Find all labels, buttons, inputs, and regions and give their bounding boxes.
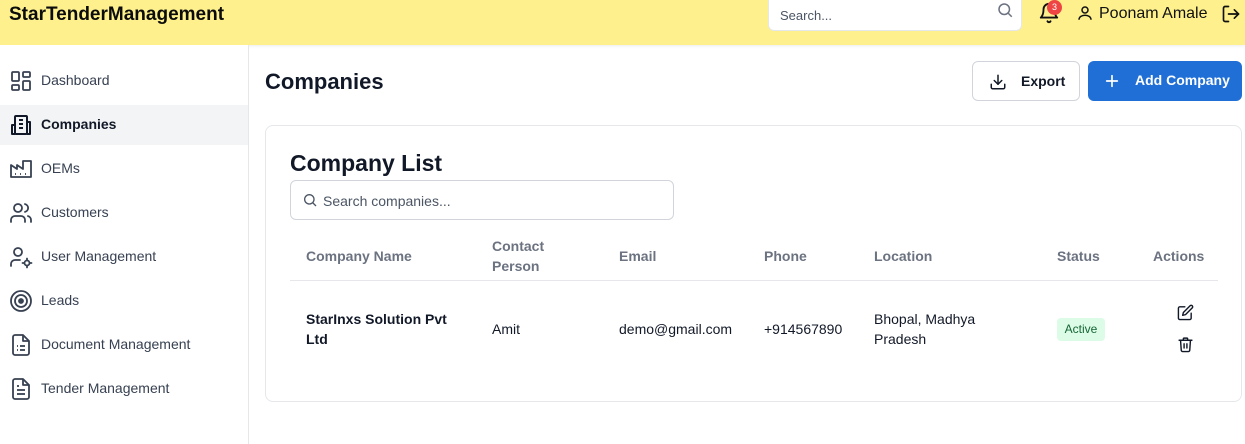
sidebar-item-label: Customers bbox=[41, 204, 109, 220]
download-icon bbox=[989, 73, 1007, 96]
column-header-phone[interactable]: Phone bbox=[764, 246, 807, 266]
company-search-input[interactable] bbox=[323, 191, 663, 211]
cell-contact-person: Amit bbox=[492, 321, 520, 337]
add-company-button-label: Add Company bbox=[1135, 72, 1230, 88]
column-header-status[interactable]: Status bbox=[1057, 246, 1100, 266]
notification-count-badge: 3 bbox=[1047, 0, 1062, 15]
logout-icon[interactable] bbox=[1221, 4, 1241, 29]
global-search-input[interactable] bbox=[780, 5, 990, 25]
export-button-label: Export bbox=[1021, 73, 1066, 89]
sidebar: Dashboard Companies OEMs Customers User … bbox=[0, 45, 249, 444]
top-header: StarTenderManagement 3 Poonam Amale bbox=[0, 0, 1245, 45]
sidebar-item-label: Tender Management bbox=[41, 380, 170, 396]
sidebar-item-label: OEMs bbox=[41, 160, 80, 176]
cell-company-name: StarInxs Solution Pvt Ltd bbox=[306, 311, 447, 347]
sidebar-item-label: Document Management bbox=[41, 336, 191, 352]
document-icon bbox=[9, 333, 33, 362]
cell-email: demo@gmail.com bbox=[619, 321, 733, 337]
page-title: Companies bbox=[265, 69, 384, 94]
dashboard-icon bbox=[9, 69, 33, 98]
cell-phone: +914567890 bbox=[764, 321, 843, 337]
search-icon[interactable] bbox=[996, 1, 1014, 24]
plus-icon bbox=[1104, 73, 1120, 94]
column-header-actions: Actions bbox=[1153, 248, 1205, 264]
add-company-button[interactable]: Add Company bbox=[1088, 61, 1242, 101]
sidebar-item-tender-management[interactable]: Tender Management bbox=[0, 369, 248, 409]
sidebar-item-label: Dashboard bbox=[41, 72, 110, 88]
sidebar-item-label: User Management bbox=[41, 248, 157, 264]
file-text-icon bbox=[9, 377, 33, 406]
sidebar-item-label: Companies bbox=[41, 116, 117, 132]
cell-location: Bhopal, Madhya Pradesh bbox=[874, 311, 976, 347]
building-icon bbox=[9, 113, 33, 142]
sidebar-item-oems[interactable]: OEMs bbox=[0, 149, 248, 189]
column-header-location[interactable]: Location bbox=[874, 246, 932, 266]
sidebar-item-customers[interactable]: Customers bbox=[0, 193, 248, 233]
company-search[interactable] bbox=[290, 180, 674, 220]
user-icon[interactable] bbox=[1076, 4, 1094, 27]
column-header-contact-person[interactable]: Contact Person bbox=[492, 236, 562, 276]
sidebar-item-leads[interactable]: Leads bbox=[0, 281, 248, 321]
users-icon bbox=[9, 201, 33, 230]
search-icon bbox=[302, 192, 318, 213]
edit-icon[interactable] bbox=[1177, 304, 1194, 326]
column-header-company-name[interactable]: Company Name bbox=[306, 246, 412, 266]
factory-icon bbox=[9, 157, 33, 186]
trash-icon[interactable] bbox=[1177, 336, 1194, 358]
sidebar-item-companies[interactable]: Companies bbox=[0, 105, 248, 145]
sidebar-item-label: Leads bbox=[41, 292, 80, 308]
status-badge: Active bbox=[1057, 318, 1105, 341]
sidebar-item-dashboard[interactable]: Dashboard bbox=[0, 61, 248, 101]
export-button[interactable]: Export bbox=[972, 61, 1080, 101]
company-list-card: Company List Company Name Contact Person… bbox=[265, 125, 1242, 402]
brand-logo-text[interactable]: StarTenderManagement bbox=[9, 4, 224, 26]
user-name[interactable]: Poonam Amale bbox=[1099, 5, 1208, 23]
column-header-email[interactable]: Email bbox=[619, 246, 656, 266]
global-search[interactable] bbox=[768, 0, 1022, 31]
target-icon bbox=[9, 289, 33, 318]
sidebar-item-user-management[interactable]: User Management bbox=[0, 237, 248, 277]
table-header-divider bbox=[290, 280, 1218, 281]
user-gear-icon bbox=[9, 245, 33, 274]
card-title: Company List bbox=[290, 150, 443, 176]
sidebar-item-document-management[interactable]: Document Management bbox=[0, 325, 248, 365]
